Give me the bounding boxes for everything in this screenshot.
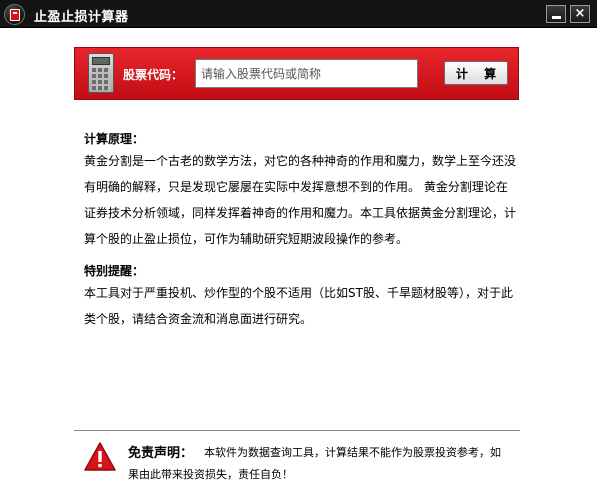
close-button[interactable]: × [570, 5, 590, 23]
calculator-icon [88, 53, 114, 93]
search-banner: 股票代码： 计 算 [74, 47, 519, 100]
notice-heading: 特别提醒： [84, 264, 145, 278]
principle-heading: 计算原理： [84, 132, 145, 146]
disclaimer-text: 本软件为数据查询工具，计算结果不能作为股票投资参考，如果由此带来投资损失，责任自… [128, 446, 501, 481]
stock-code-label: 股票代码： [123, 68, 184, 82]
title-bar: 止盈止损计算器 × [0, 0, 597, 28]
principle-text: 黄金分割是一个古老的数学方法，对它的各种神奇的作用和魔力，数学上至今还没有明确的… [84, 154, 517, 246]
divider [74, 430, 520, 431]
app-logo-icon [4, 4, 25, 25]
calculate-button[interactable]: 计 算 [444, 61, 508, 85]
notice-text: 本工具对于严重投机、炒作型的个股不适用（比如ST股、千旱题材股等），对于此类个股… [84, 286, 513, 326]
minimize-icon [552, 16, 561, 19]
window-title: 止盈止损计算器 [34, 10, 129, 25]
warning-triangle-icon [84, 442, 116, 471]
minimize-button[interactable] [546, 5, 566, 23]
stock-code-input[interactable] [195, 59, 418, 88]
